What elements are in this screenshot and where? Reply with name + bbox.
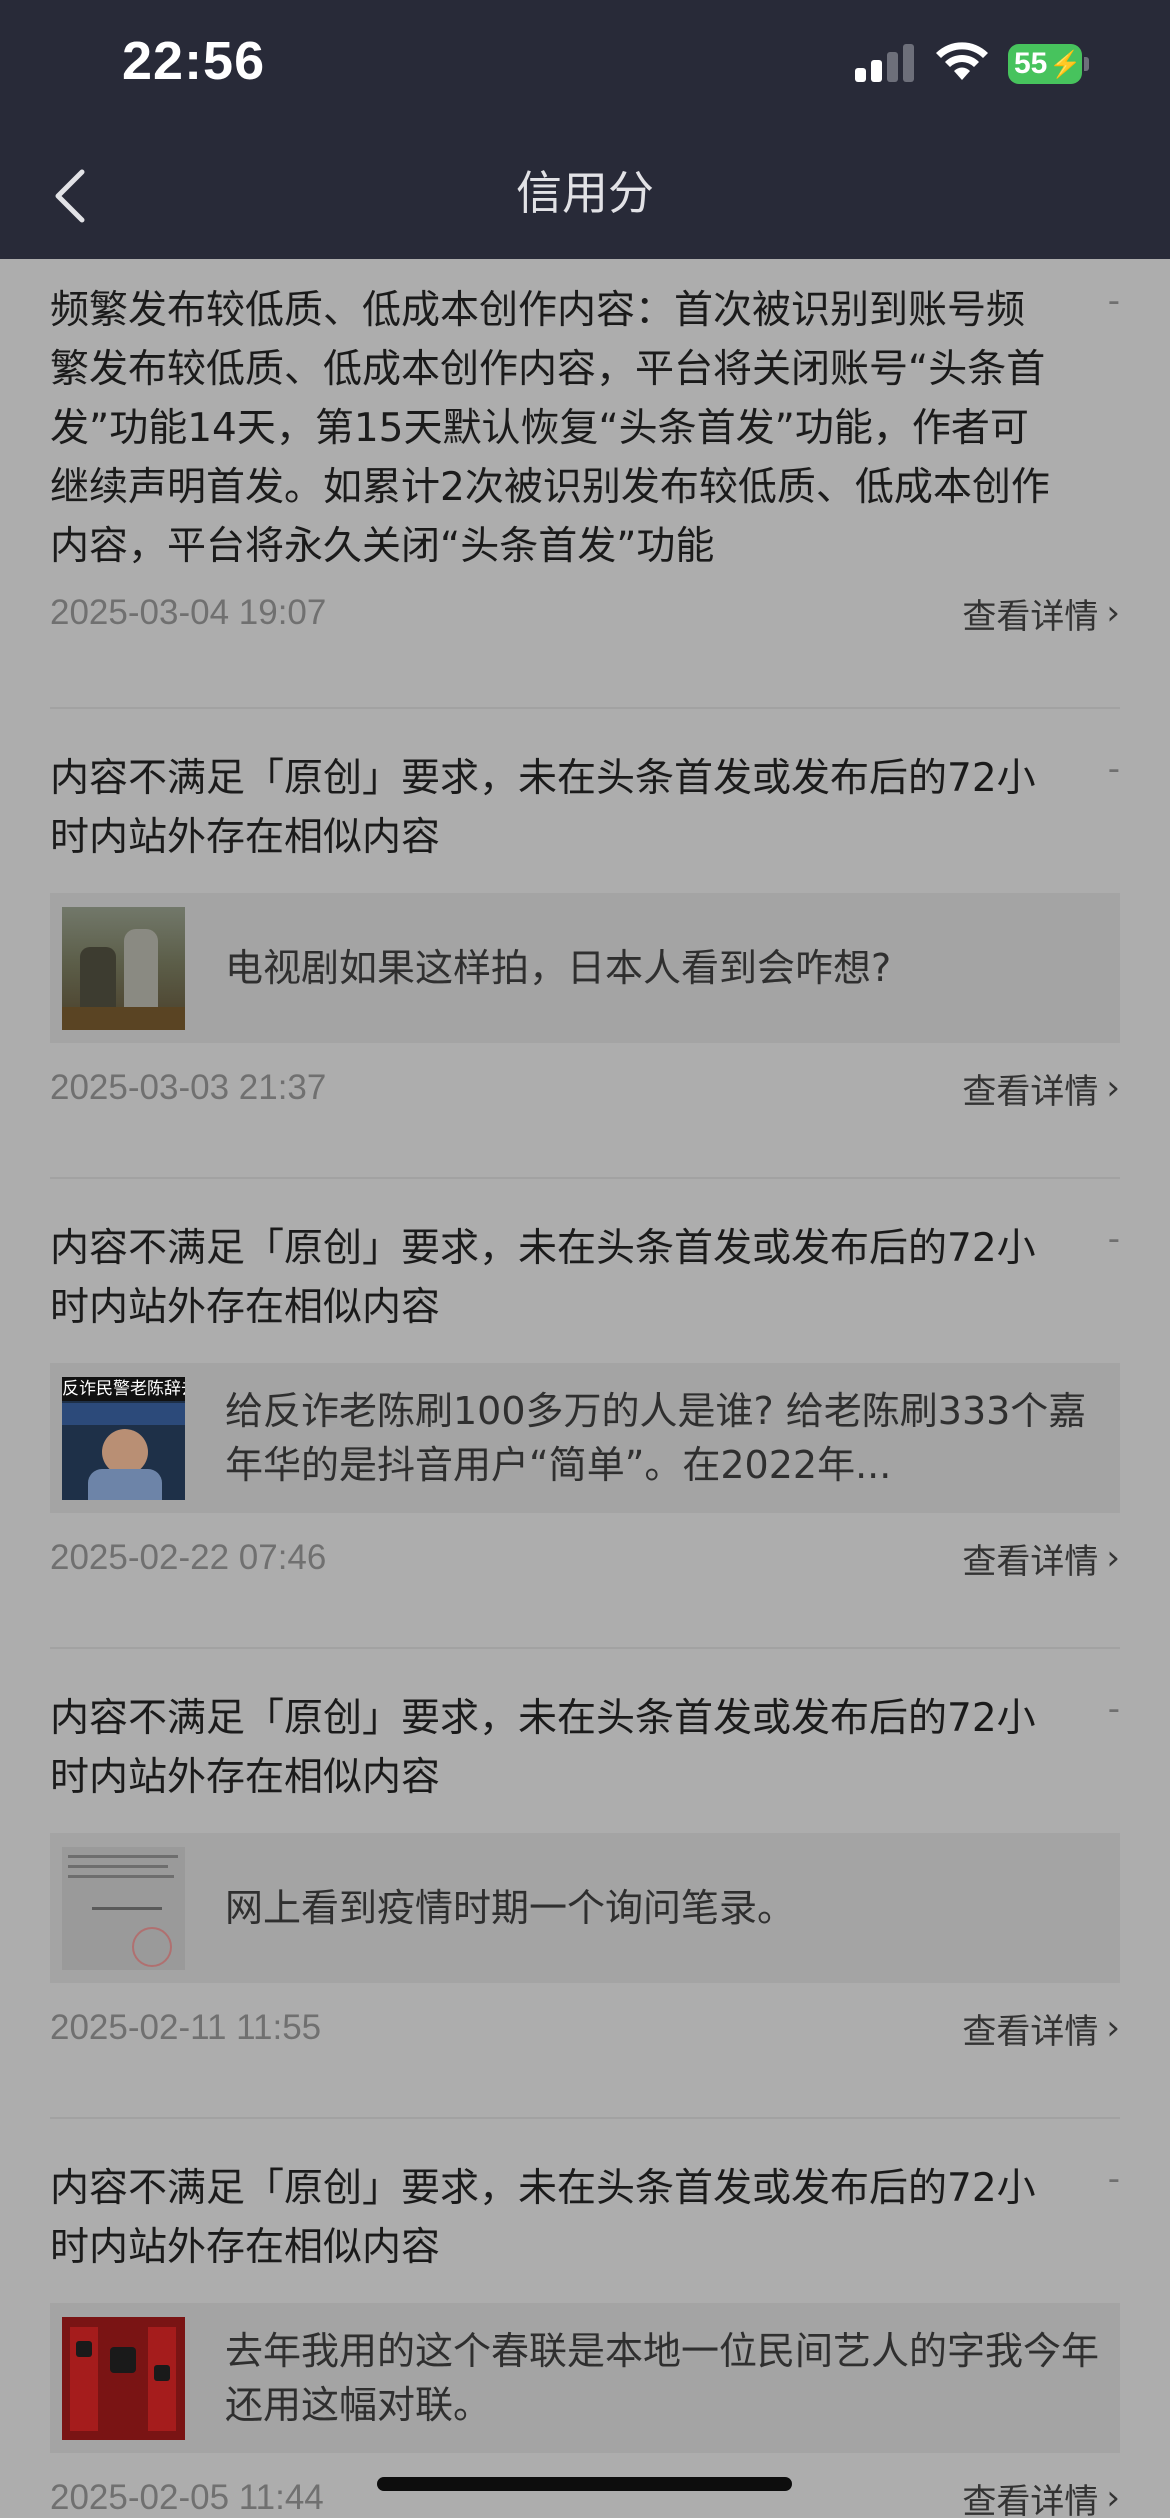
view-detail-link[interactable]: 查看详情 › [962, 2474, 1120, 2518]
record-meta: 2025-03-03 21:37 查看详情 › [50, 1063, 1120, 1113]
page-title: 信用分 [516, 166, 654, 220]
view-detail-label: 查看详情 [962, 1071, 1099, 1112]
score-change: - [1107, 749, 1120, 789]
record-date: 2025-02-11 11:55 [50, 2008, 322, 2047]
article-title: 电视剧如果这样拍，日本人看到会咋想? [225, 946, 892, 990]
record-meta: 2025-03-04 19:07 查看详情 › [50, 588, 1120, 638]
chevron-right-icon: › [1106, 593, 1120, 633]
status-time: 22:56 [122, 31, 266, 91]
wifi-icon [936, 42, 988, 80]
status-bar: 22:56 55 ⚡ [0, 0, 1170, 128]
list-item: - 内容不满足「原创」要求，未在头条首发或发布后的72小时内站外存在相似内容 反… [50, 1179, 1120, 1649]
battery-level: 55 [1014, 47, 1048, 80]
chevron-right-icon: › [1106, 1538, 1120, 1578]
article-thumbnail [62, 906, 185, 1030]
record-title: 内容不满足「原创」要求，未在头条首发或发布后的72小时内站外存在相似内容 [50, 1696, 1036, 1800]
article-preview[interactable]: 电视剧如果这样拍，日本人看到会咋想? [50, 893, 1120, 1043]
article-title: 去年我用的这个春联是本地一位民间艺人的字我今年还用这幅对联。 [225, 2329, 1100, 2427]
credit-record-list: - 频繁发布较低质、低成本创作内容：首次被识别到账号频繁发布较低质、低成本创作内… [0, 259, 1170, 2518]
article-preview[interactable]: 去年我用的这个春联是本地一位民间艺人的字我今年还用这幅对联。 [50, 2303, 1120, 2453]
record-title: 内容不满足「原创」要求，未在头条首发或发布后的72小时内站外存在相似内容 [50, 756, 1036, 860]
view-detail-link[interactable]: 查看详情 › [962, 1534, 1120, 1583]
article-title: 网上看到疫情时期一个询问笔录。 [225, 1886, 796, 1930]
record-date: 2025-03-04 19:07 [50, 593, 327, 632]
nav-bar: 信用分 [0, 128, 1170, 259]
view-detail-label: 查看详情 [962, 596, 1099, 637]
article-title: 给反诈老陈刷100多万的人是谁? 给老陈刷333个嘉年华的是抖音用户“简单”。在… [225, 1389, 1087, 1487]
view-detail-link[interactable]: 查看详情 › [962, 589, 1120, 638]
cellular-signal-icon [855, 44, 915, 82]
record-title: 内容不满足「原创」要求，未在头条首发或发布后的72小时内站外存在相似内容 [50, 2166, 1036, 2270]
record-date: 2025-02-22 07:46 [50, 1538, 327, 1577]
record-date: 2025-02-05 11:44 [50, 2478, 324, 2517]
charging-bolt-icon: ⚡ [1049, 48, 1082, 79]
record-meta: 2025-02-11 11:55 查看详情 › [50, 2003, 1120, 2053]
home-indicator[interactable] [377, 2477, 792, 2491]
view-detail-link[interactable]: 查看详情 › [962, 1064, 1120, 1113]
chevron-left-icon[interactable] [50, 166, 94, 226]
view-detail-link[interactable]: 查看详情 › [962, 2004, 1120, 2053]
article-preview[interactable]: 反诈民警老陈辞去公职 给反诈老陈刷100多万的人是谁? 给老陈刷333个嘉年华的… [50, 1363, 1120, 1513]
list-item: - 内容不满足「原创」要求，未在头条首发或发布后的72小时内站外存在相似内容 电… [50, 709, 1120, 1179]
chevron-right-icon: › [1106, 2008, 1120, 2048]
list-item: - 频繁发布较低质、低成本创作内容：首次被识别到账号频繁发布较低质、低成本创作内… [50, 259, 1120, 709]
chevron-right-icon: › [1106, 2478, 1120, 2518]
chevron-right-icon: › [1106, 1068, 1120, 1108]
list-item: - 内容不满足「原创」要求，未在头条首发或发布后的72小时内站外存在相似内容 去… [50, 2119, 1120, 2518]
thumbnail-caption: 反诈民警老陈辞去公职 [62, 1376, 185, 1401]
score-change: - [1107, 281, 1120, 321]
article-preview[interactable]: 网上看到疫情时期一个询问笔录。 [50, 1833, 1120, 1983]
score-change: - [1107, 1689, 1120, 1729]
record-title: 内容不满足「原创」要求，未在头条首发或发布后的72小时内站外存在相似内容 [50, 1226, 1036, 1330]
view-detail-label: 查看详情 [962, 1541, 1099, 1582]
score-change: - [1107, 2159, 1120, 2199]
article-thumbnail [62, 2316, 185, 2440]
article-thumbnail [62, 1846, 185, 1970]
list-item: - 内容不满足「原创」要求，未在头条首发或发布后的72小时内站外存在相似内容 网… [50, 1649, 1120, 2119]
record-meta: 2025-02-22 07:46 查看详情 › [50, 1533, 1120, 1583]
score-change: - [1107, 1219, 1120, 1259]
battery-icon: 55 ⚡ [1008, 44, 1089, 84]
article-thumbnail: 反诈民警老陈辞去公职 [62, 1376, 185, 1500]
view-detail-label: 查看详情 [962, 2481, 1099, 2518]
record-date: 2025-03-03 21:37 [50, 1068, 327, 1107]
view-detail-label: 查看详情 [962, 2011, 1099, 2052]
record-title: 频繁发布较低质、低成本创作内容：首次被识别到账号频繁发布较低质、低成本创作内容，… [50, 288, 1050, 569]
